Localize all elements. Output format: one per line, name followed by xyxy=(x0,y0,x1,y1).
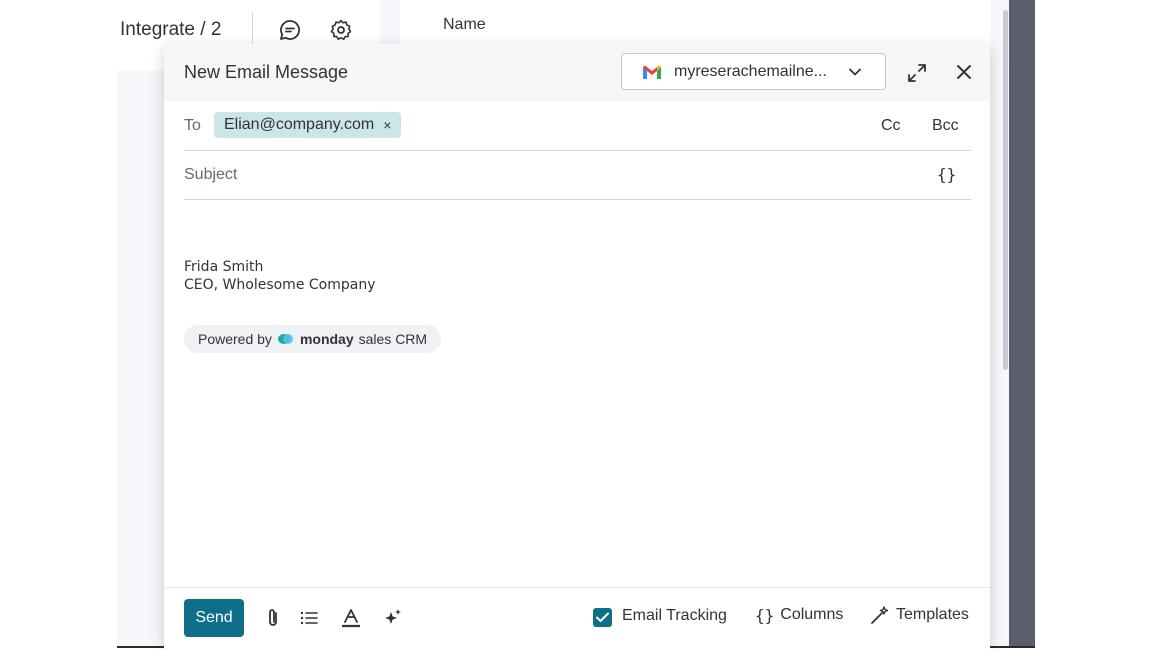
monday-logo-icon xyxy=(277,334,293,344)
columns-button[interactable]: {} Columns xyxy=(755,606,843,625)
sender-account-value: myreserachemailne... xyxy=(674,63,827,80)
powered-by-brand: monday xyxy=(299,331,354,347)
text-color-icon[interactable] xyxy=(340,607,362,629)
signature-title: CEO, Wholesome Company xyxy=(184,277,376,293)
insert-variable-button[interactable]: {} xyxy=(937,165,956,184)
to-divider xyxy=(184,150,971,151)
to-label: To xyxy=(184,117,201,134)
list-icon[interactable] xyxy=(298,607,320,629)
checkmark-icon xyxy=(596,612,609,622)
board-title[interactable]: Integrate / 2 xyxy=(120,19,221,41)
paperclip-icon[interactable] xyxy=(262,607,284,629)
columns-braces-icon: {} xyxy=(755,606,775,625)
templates-button[interactable]: Templates xyxy=(870,605,969,625)
powered-by-suffix: sales CRM xyxy=(358,331,428,347)
scrollbar[interactable] xyxy=(1003,10,1008,370)
recipient-email: Elian@company.com xyxy=(224,116,375,133)
sender-account-select[interactable]: myreserachemailne... xyxy=(621,53,886,90)
email-tracking-label[interactable]: Email Tracking xyxy=(622,607,727,625)
signature-name: Frida Smith xyxy=(184,259,264,275)
gmail-icon xyxy=(643,65,661,79)
powered-by-badge: Powered by monday sales CRM xyxy=(184,325,442,353)
ai-sparkle-icon[interactable] xyxy=(382,607,404,629)
columns-label: Columns xyxy=(780,606,844,623)
remove-recipient-icon[interactable]: × xyxy=(383,117,391,133)
recipient-chip[interactable]: Elian@company.com × xyxy=(214,112,402,138)
name-column-header: Name xyxy=(443,16,486,33)
expand-icon[interactable] xyxy=(906,62,928,84)
modal-header: New Email Message myreserachemailne... xyxy=(164,44,990,101)
chat-icon[interactable] xyxy=(278,18,302,42)
magic-wand-icon xyxy=(871,606,889,624)
close-icon[interactable] xyxy=(955,63,973,81)
send-button[interactable]: Send xyxy=(184,599,244,637)
dark-sidebar-strip xyxy=(1009,0,1035,648)
powered-by-prefix: Powered by xyxy=(198,331,272,347)
subject-divider xyxy=(184,199,971,200)
header-divider xyxy=(252,12,253,48)
email-compose-modal: New Email Message myreserachemailne... T… xyxy=(164,44,990,649)
cc-button[interactable]: Cc xyxy=(881,117,901,135)
modal-title: New Email Message xyxy=(184,62,349,82)
subject-input[interactable]: Subject xyxy=(184,166,237,184)
templates-label: Templates xyxy=(896,606,969,623)
email-tracking-checkbox[interactable] xyxy=(593,608,612,627)
bcc-button[interactable]: Bcc xyxy=(932,117,959,135)
compose-footer: Send Email Tracking {} Columns Templates xyxy=(164,587,990,649)
gear-icon[interactable] xyxy=(329,18,353,42)
chevron-down-icon xyxy=(849,68,861,76)
